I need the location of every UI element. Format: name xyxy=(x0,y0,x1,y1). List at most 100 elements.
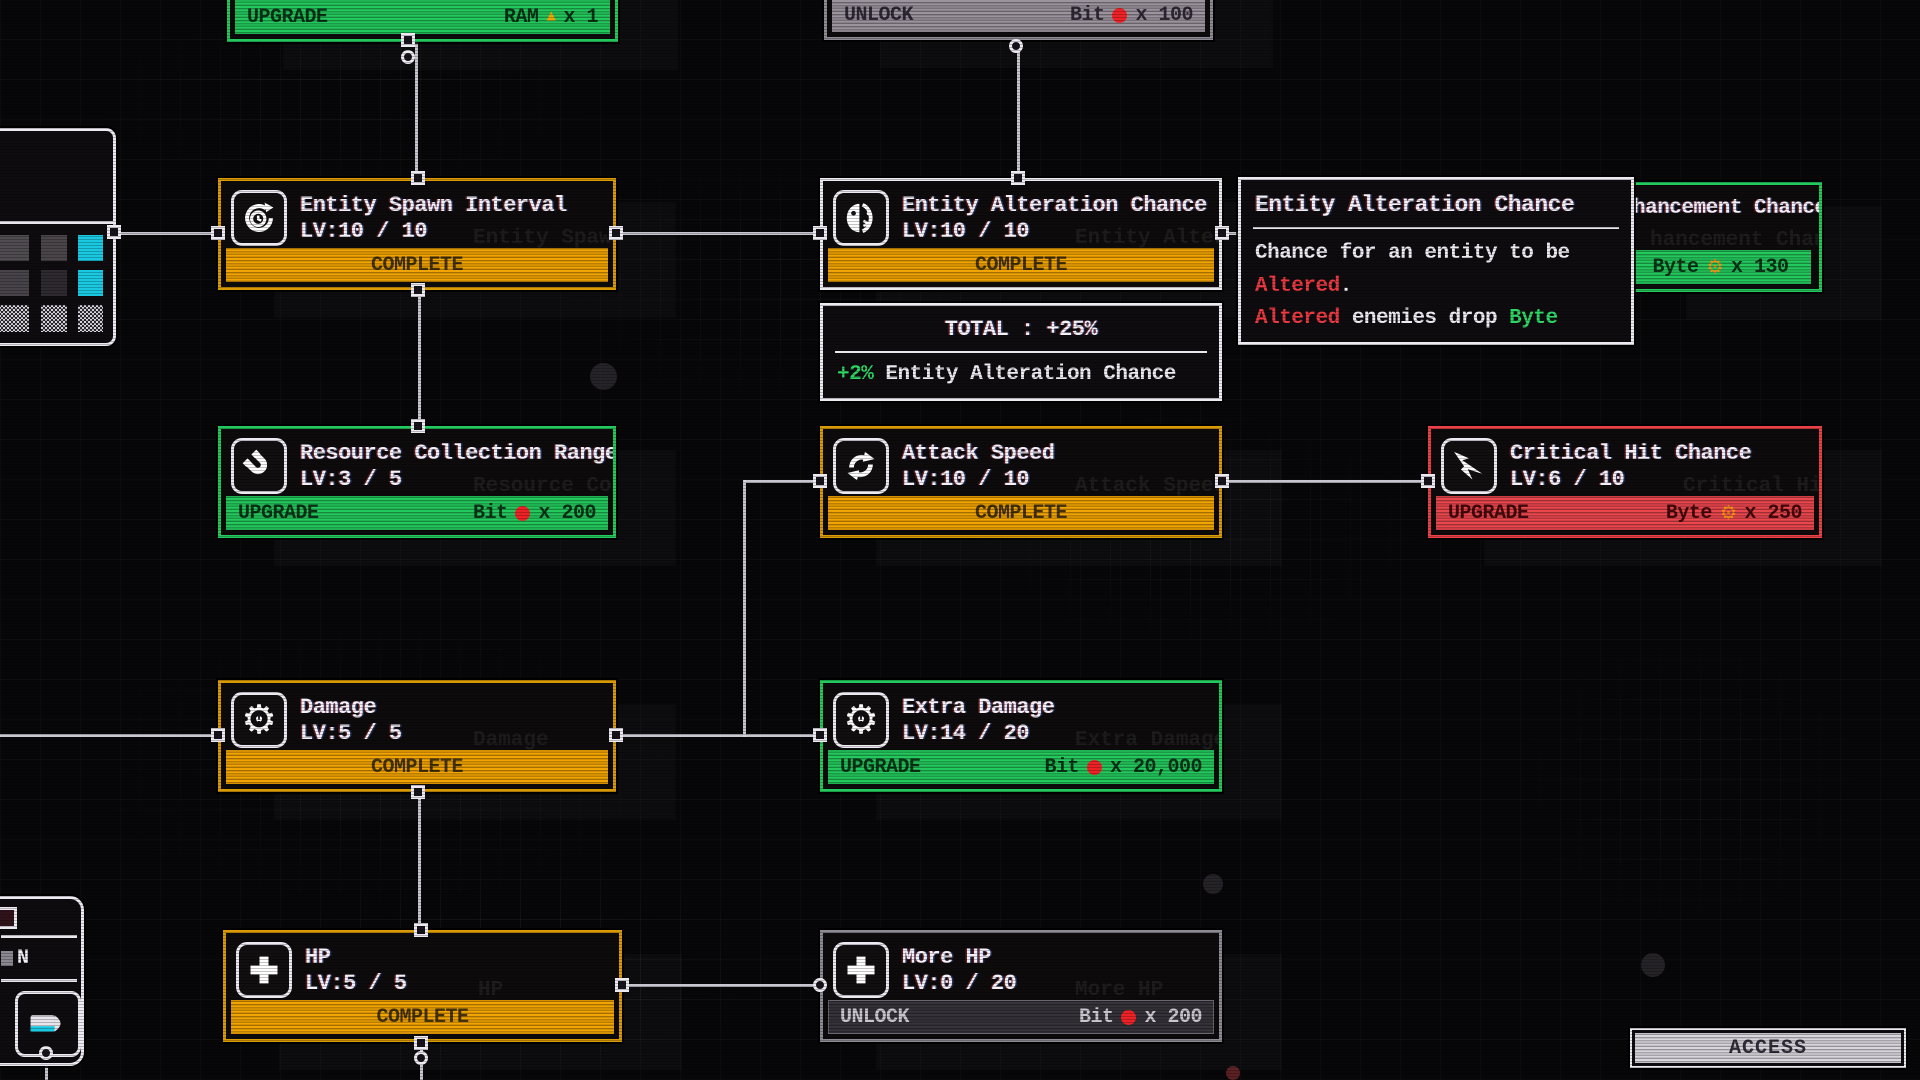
bit-icon xyxy=(515,506,530,521)
skill-tree-screen: { "strings": { "lv_prefix": "LV:", "comp… xyxy=(0,0,1920,1080)
bullet-icon xyxy=(28,1012,68,1036)
connector xyxy=(411,785,425,799)
timer-refresh-icon xyxy=(231,190,287,246)
tree-connector-line xyxy=(616,734,820,737)
connector xyxy=(609,728,623,742)
status-label: COMPLETE xyxy=(371,756,463,779)
unlock-button[interactable]: UNLOCK Bit x 100 xyxy=(832,0,1205,32)
tree-connector-line xyxy=(622,984,820,987)
cost-qty: x 1 xyxy=(563,6,598,29)
connector xyxy=(813,978,827,992)
connector xyxy=(414,1051,428,1065)
panel-cell xyxy=(0,270,29,296)
cost-resource: Bit xyxy=(473,502,508,525)
skill-node-entity-spawn-interval[interactable]: Entity Spawn Interval LV:10 / 10 Entity … xyxy=(218,178,616,290)
skill-node-hp[interactable]: HP LV:5 / 5 HP COMPLETE xyxy=(223,930,622,1042)
status-bar[interactable]: COMPLETE xyxy=(828,496,1214,530)
status-bar[interactable]: COMPLETE xyxy=(231,1000,614,1034)
skill-node-ram-upgrade-partial[interactable]: UPGRADE RAM ▲ x 1 xyxy=(227,0,618,42)
skill-node-entity-alteration-chance[interactable]: Entity Alteration Chance LV:10 / 10 Enti… xyxy=(820,178,1222,290)
upgrade-button[interactable]: Byte ⚙ x 130 xyxy=(1630,250,1811,284)
panel-divider xyxy=(1,979,77,982)
skill-node-critical-hit-chance[interactable]: Critical Hit Chance LV:6 / 10 Critical H… xyxy=(1428,426,1822,538)
status-label: COMPLETE xyxy=(975,254,1067,277)
bit-icon xyxy=(1112,8,1127,23)
connector xyxy=(411,171,425,185)
side-panel-bottom-partial[interactable]: N xyxy=(0,896,84,1066)
cost: Bit x 200 xyxy=(1079,1006,1202,1029)
connector xyxy=(1215,226,1229,240)
ram-triangle-icon: ▲ xyxy=(546,9,555,25)
bit-icon xyxy=(1087,760,1102,775)
action-label: UPGRADE xyxy=(1448,502,1529,525)
cost-qty: x 130 xyxy=(1731,256,1789,279)
status-bar[interactable]: COMPLETE xyxy=(226,248,608,282)
node-title: Entity Alteration Chance xyxy=(902,193,1207,218)
node-level: LV:10 / 10 xyxy=(902,467,1054,492)
panel-partial-label: N xyxy=(17,947,29,970)
connector xyxy=(414,923,428,937)
action-label: UPGRADE xyxy=(238,502,319,525)
panel-divider xyxy=(0,221,113,224)
skill-node-bit-unlock-partial[interactable]: UNLOCK Bit x 100 xyxy=(824,0,1213,40)
ghost-text: hancement Chance xyxy=(1650,229,1822,252)
connector xyxy=(1215,474,1229,488)
total-heading: TOTAL : +25% xyxy=(823,306,1219,351)
connector xyxy=(401,50,415,64)
action-label: UPGRADE xyxy=(247,6,328,29)
node-level: LV:10 / 10 xyxy=(902,219,1207,244)
connector xyxy=(411,419,425,433)
node-level: LV:14 / 20 xyxy=(902,721,1054,746)
node-level: LV:0 / 20 xyxy=(902,971,1016,996)
cost: Bit x 200 xyxy=(473,502,596,525)
tree-connector-line xyxy=(743,480,746,737)
upgrade-button[interactable]: UPGRADE Bit x 20,000 xyxy=(828,750,1214,784)
status-label: COMPLETE xyxy=(376,1006,468,1029)
node-title: Entity Spawn Interval xyxy=(300,193,567,218)
panel-cell-static xyxy=(78,305,103,332)
connector xyxy=(107,225,121,239)
unlock-button[interactable]: UNLOCK Bit x 200 xyxy=(828,1000,1214,1034)
node-title: Attack Speed xyxy=(902,441,1054,466)
panel-cell-cyan xyxy=(78,235,103,261)
panel-cell xyxy=(0,235,29,261)
skill-node-damage[interactable]: ⚙ ! Damage LV:5 / 5 Damage COMPLETE xyxy=(218,680,616,792)
cost-qty: x 200 xyxy=(538,502,596,525)
panel-cell-static xyxy=(41,305,67,332)
connector xyxy=(1011,171,1025,185)
skill-node-extra-damage[interactable]: ⚙ ! Extra Damage LV:14 / 20 Extra Damage… xyxy=(820,680,1222,792)
panel-divider xyxy=(1,935,77,938)
tree-connector-line xyxy=(418,290,421,426)
upgrade-button[interactable]: UPGRADE Byte ⚙ x 250 xyxy=(1436,496,1814,530)
cost-qty: x 20,000 xyxy=(1110,756,1202,779)
background-dot xyxy=(1641,953,1665,977)
cost-qty: x 200 xyxy=(1144,1006,1202,1029)
tree-connector-line xyxy=(0,734,218,737)
panel-mini-box xyxy=(0,907,17,929)
connector xyxy=(609,226,623,240)
upgrade-button[interactable]: UPGRADE RAM ▲ x 1 xyxy=(235,0,610,34)
connector xyxy=(813,474,827,488)
cost: Bit x 20,000 xyxy=(1044,756,1202,779)
status-bar[interactable]: COMPLETE xyxy=(828,248,1214,282)
skill-node-enhancement-chance-partial[interactable]: hancement Chance hancement Chance Byte ⚙… xyxy=(1630,182,1822,292)
tree-connector-line xyxy=(1222,480,1428,483)
connector xyxy=(211,728,225,742)
tooltip: Entity Alteration Chance Chance for an e… xyxy=(1238,177,1634,345)
tree-connector-line xyxy=(418,792,421,930)
cost: Bit x 100 xyxy=(1070,4,1193,27)
cost: RAM ▲ x 1 xyxy=(504,6,598,29)
cost-resource: RAM xyxy=(504,6,539,29)
upgrade-button[interactable]: UPGRADE Bit x 200 xyxy=(226,496,608,530)
dual-face-icon xyxy=(833,190,889,246)
status-bar[interactable]: COMPLETE xyxy=(226,750,608,784)
access-button[interactable]: ACCESS xyxy=(1630,1028,1906,1068)
skill-node-attack-speed[interactable]: Attack Speed LV:10 / 10 Attack Speed COM… xyxy=(820,426,1222,538)
background-dot xyxy=(1203,874,1223,894)
skill-node-more-hp[interactable]: More HP LV:0 / 20 More HP UNLOCK Bit x 2… xyxy=(820,930,1222,1042)
side-panel-top-partial[interactable] xyxy=(0,128,116,346)
cost-resource: Bit xyxy=(1079,1006,1114,1029)
connector xyxy=(813,728,827,742)
tree-connector-line xyxy=(744,480,820,483)
skill-node-resource-collection-range[interactable]: Resource Collection Range LV:3 / 5 Resou… xyxy=(218,426,616,538)
